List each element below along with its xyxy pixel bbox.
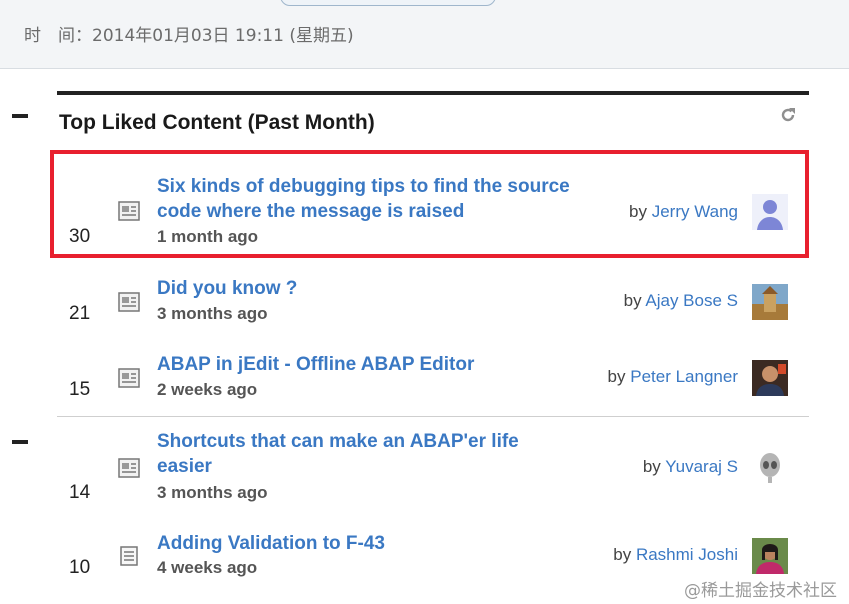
collapse-toggle[interactable]	[12, 114, 28, 118]
content-age: 1 month ago	[157, 227, 259, 246]
list-item: 21 Did you know ? 3 months ago by Ajay B…	[52, 272, 810, 334]
like-count: 21	[69, 303, 91, 324]
author-link[interactable]: Ajay Bose S	[645, 291, 738, 310]
photo-avatar[interactable]	[752, 538, 788, 574]
alien-avatar[interactable]	[752, 450, 788, 486]
author-link[interactable]: Peter Langner	[630, 367, 738, 386]
refresh-icon[interactable]	[779, 106, 797, 124]
blog-post-icon	[118, 292, 140, 312]
list-item: 14 Shortcuts that can make an ABAP'er li…	[52, 428, 810, 508]
blog-post-icon	[118, 458, 140, 478]
section-divider	[57, 416, 809, 417]
default-user-avatar[interactable]	[752, 194, 788, 230]
content-title-link[interactable]: Adding Validation to F-43	[157, 531, 607, 556]
author-line: by Yuvaraj S	[643, 457, 738, 477]
by-label: by	[642, 457, 661, 476]
like-count: 14	[69, 482, 91, 503]
by-label: by	[607, 367, 626, 386]
search-field-edge[interactable]	[280, 0, 496, 6]
collapse-toggle[interactable]	[12, 440, 28, 444]
content-age: 4 weeks ago	[157, 558, 258, 577]
by-label: by	[623, 291, 642, 310]
by-label: by	[629, 202, 647, 221]
document-icon	[118, 546, 140, 566]
watermark: @稀土掘金技术社区	[684, 581, 837, 601]
like-count: 10	[69, 557, 91, 578]
header-band: 时 间：2014年01月03日 19:11 (星期五)	[0, 0, 849, 69]
author-line: by Peter Langner	[608, 367, 738, 387]
author-link[interactable]: Yuvaraj S	[665, 457, 738, 476]
blog-post-icon	[118, 201, 140, 221]
post-time: 时 间：2014年01月03日 19:11 (星期五)	[24, 26, 354, 46]
content-age: 2 weeks ago	[157, 380, 258, 399]
content-title-link[interactable]: Six kinds of debugging tips to find the …	[157, 174, 607, 224]
author-link[interactable]: Rashmi Joshi	[636, 545, 738, 564]
blog-post-icon	[118, 368, 140, 388]
content-age: 3 months ago	[157, 483, 268, 502]
photo-avatar[interactable]	[752, 284, 788, 320]
author-line: by Rashmi Joshi	[613, 545, 738, 565]
by-label: by	[613, 545, 632, 564]
content-age: 3 months ago	[157, 304, 268, 323]
author-link[interactable]: Jerry Wang	[652, 202, 738, 221]
author-line: by Jerry Wang	[629, 202, 738, 222]
content-title-link[interactable]: Did you know ?	[157, 276, 607, 301]
list-item: 30 Six kinds of debugging tips to find t…	[52, 150, 810, 258]
like-count: 30	[69, 226, 91, 247]
like-count: 15	[69, 379, 91, 400]
author-line: by Ajay Bose S	[624, 291, 738, 311]
content-title-link[interactable]: ABAP in jEdit - Offline ABAP Editor	[157, 352, 607, 377]
panel-title: Top Liked Content (Past Month)	[59, 111, 375, 134]
list-item: 15 ABAP in jEdit - Offline ABAP Editor 2…	[52, 348, 810, 410]
panel-top-rule	[57, 91, 809, 95]
content-title-link[interactable]: Shortcuts that can make an ABAP'er life …	[157, 429, 557, 479]
photo-avatar[interactable]	[752, 360, 788, 396]
